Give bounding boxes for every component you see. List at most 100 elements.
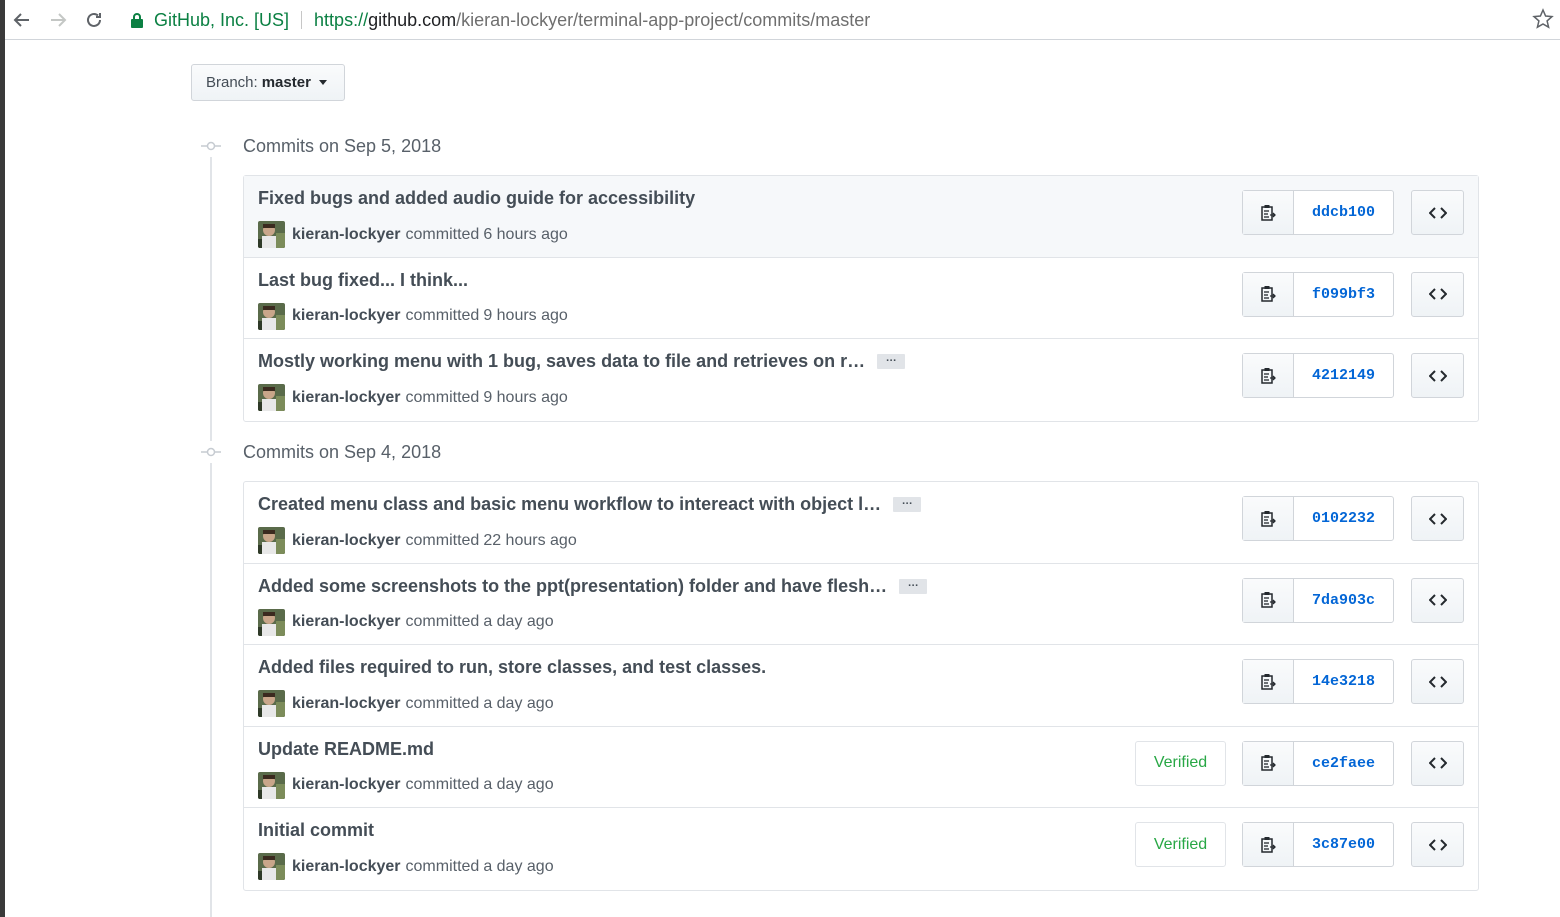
expand-message-button[interactable]: … [899,577,928,594]
code-icon [1428,369,1447,382]
copy-sha-button[interactable] [1243,823,1294,866]
copy-sha-button[interactable] [1243,191,1294,234]
commit-action: committed [405,613,480,630]
commit-message-link[interactable]: Added some screenshots to the ppt(presen… [258,576,887,597]
verified-badge[interactable]: Verified [1135,740,1226,786]
commit-time: 9 hours ago [483,388,568,406]
copy-sha-button[interactable] [1243,272,1294,316]
commit-author[interactable]: kieran-lockyer [292,532,401,550]
forward-button[interactable] [44,6,72,34]
commit-time: a day ago [483,613,554,630]
avatar[interactable] [258,527,285,554]
commit-author[interactable]: kieran-lockyer [292,226,401,244]
commit-time: 22 hours ago [483,531,577,549]
commit-sha-link[interactable]: 14e3218 [1294,660,1393,703]
timeline-line [210,140,212,917]
commit-title: Last bug fixed... I think... [258,270,468,291]
commit-time: 9 hours ago [483,307,568,324]
commit-author[interactable]: kieran-lockyer [292,613,401,631]
url-path: /kieran-lockyer/terminal-app-project/com… [456,9,871,30]
browse-repo-button[interactable] [1411,822,1464,867]
commit-time: a day ago [483,857,554,875]
sha-button-group: 0102232 [1242,496,1394,541]
avatar[interactable] [258,221,285,248]
commit-message-link[interactable]: Added files required to run, store class… [258,657,766,678]
commit-author[interactable]: kieran-lockyer [292,858,401,876]
commit-group-title: Commits on Sep 4, 2018 [243,441,442,462]
branch-select-button[interactable]: Branch: master [191,64,345,101]
browse-repo-button[interactable] [1411,353,1464,398]
commit-meta: kieran-lockyer committed a day ago [258,608,558,636]
commit-message-link[interactable]: Last bug fixed... I think... [258,270,468,291]
browse-repo-button[interactable] [1411,190,1464,235]
commit-sha-link[interactable]: 0102232 [1294,497,1393,540]
avatar[interactable] [258,690,285,717]
avatar[interactable] [258,771,285,799]
commit-sha-link[interactable]: 3c87e00 [1294,823,1393,866]
copy-sha-button[interactable] [1243,354,1294,397]
caret-down-icon [318,80,327,85]
commit-sha-link[interactable]: 4212149 [1294,354,1393,397]
url-scheme: https:// [314,9,369,30]
commit-item: Added files required to run, store class… [244,645,1478,727]
clippy-icon [1261,367,1276,384]
verified-badge[interactable]: Verified [1135,822,1226,867]
avatar[interactable] [258,853,285,880]
browse-repo-button[interactable] [1411,496,1464,541]
code-icon [1428,512,1447,525]
commit-sha-link[interactable]: f099bf3 [1294,273,1393,316]
commit-author[interactable]: kieran-lockyer [292,307,401,325]
commit-item: Update README.md kieran-lockyer committe… [244,727,1478,808]
copy-sha-button[interactable] [1243,497,1294,540]
commit-message-link[interactable]: Mostly working menu with 1 bug, saves da… [258,351,865,372]
browser-toolbar: GitHub, Inc. [US] https://github.com/kie… [0,0,1560,40]
commit-meta: kieran-lockyer committed a day ago [258,690,558,717]
commit-item: Fixed bugs and added audio guide for acc… [244,176,1478,258]
commit-sha-link[interactable]: ce2faee [1294,742,1393,785]
copy-sha-button[interactable] [1243,741,1294,785]
commit-author[interactable]: kieran-lockyer [292,389,401,407]
commit-group-header: Commits on Sep 5, 2018 [200,134,441,158]
commit-message-link[interactable]: Fixed bugs and added audio guide for acc… [258,188,695,209]
bookmark-star-icon[interactable] [1532,8,1554,30]
commit-action: committed [405,694,480,712]
commit-title: Fixed bugs and added audio guide for acc… [258,188,695,209]
avatar[interactable] [258,302,285,330]
code-icon [1428,757,1447,769]
commit-meta: kieran-lockyer committed a day ago [258,853,558,880]
commit-time: 6 hours ago [483,225,568,243]
commit-sha-link[interactable]: ddcb100 [1294,191,1393,234]
commit-item: Created menu class and basic menu workfl… [244,482,1478,564]
commit-message-link[interactable]: Created menu class and basic menu workfl… [258,494,881,515]
commit-message-link[interactable]: Update README.md [258,739,434,760]
arrow-right-icon [51,13,67,27]
expand-message-button[interactable]: … [893,496,922,512]
avatar[interactable] [258,384,285,411]
commit-action: committed [405,307,480,324]
branch-label: Branch: [206,74,258,91]
code-icon [1428,838,1447,851]
commit-title: Added some screenshots to the ppt(presen… [258,576,928,597]
commit-list: Fixed bugs and added audio guide for acc… [243,175,1479,422]
site-identity[interactable]: GitHub, Inc. [US] [154,10,289,31]
browse-repo-button[interactable] [1411,740,1464,786]
expand-message-button[interactable]: … [877,353,906,369]
sha-button-group: f099bf3 [1242,271,1394,317]
commit-sha-link[interactable]: 7da903c [1294,579,1393,622]
copy-sha-button[interactable] [1243,660,1294,703]
copy-sha-button[interactable] [1243,578,1294,622]
reload-button[interactable] [80,6,108,34]
code-icon [1428,206,1447,219]
browse-repo-button[interactable] [1411,659,1464,704]
browse-repo-button[interactable] [1411,577,1464,623]
code-icon [1428,288,1447,300]
commit-author[interactable]: kieran-lockyer [292,695,401,713]
back-button[interactable] [8,6,36,34]
clippy-icon [1261,673,1276,690]
commit-author[interactable]: kieran-lockyer [292,776,401,794]
browse-repo-button[interactable] [1411,271,1464,317]
commit-title: Mostly working menu with 1 bug, saves da… [258,351,906,372]
address-bar[interactable]: GitHub, Inc. [US] https://github.com/kie… [118,4,1528,36]
avatar[interactable] [258,608,285,636]
commit-message-link[interactable]: Initial commit [258,820,374,841]
